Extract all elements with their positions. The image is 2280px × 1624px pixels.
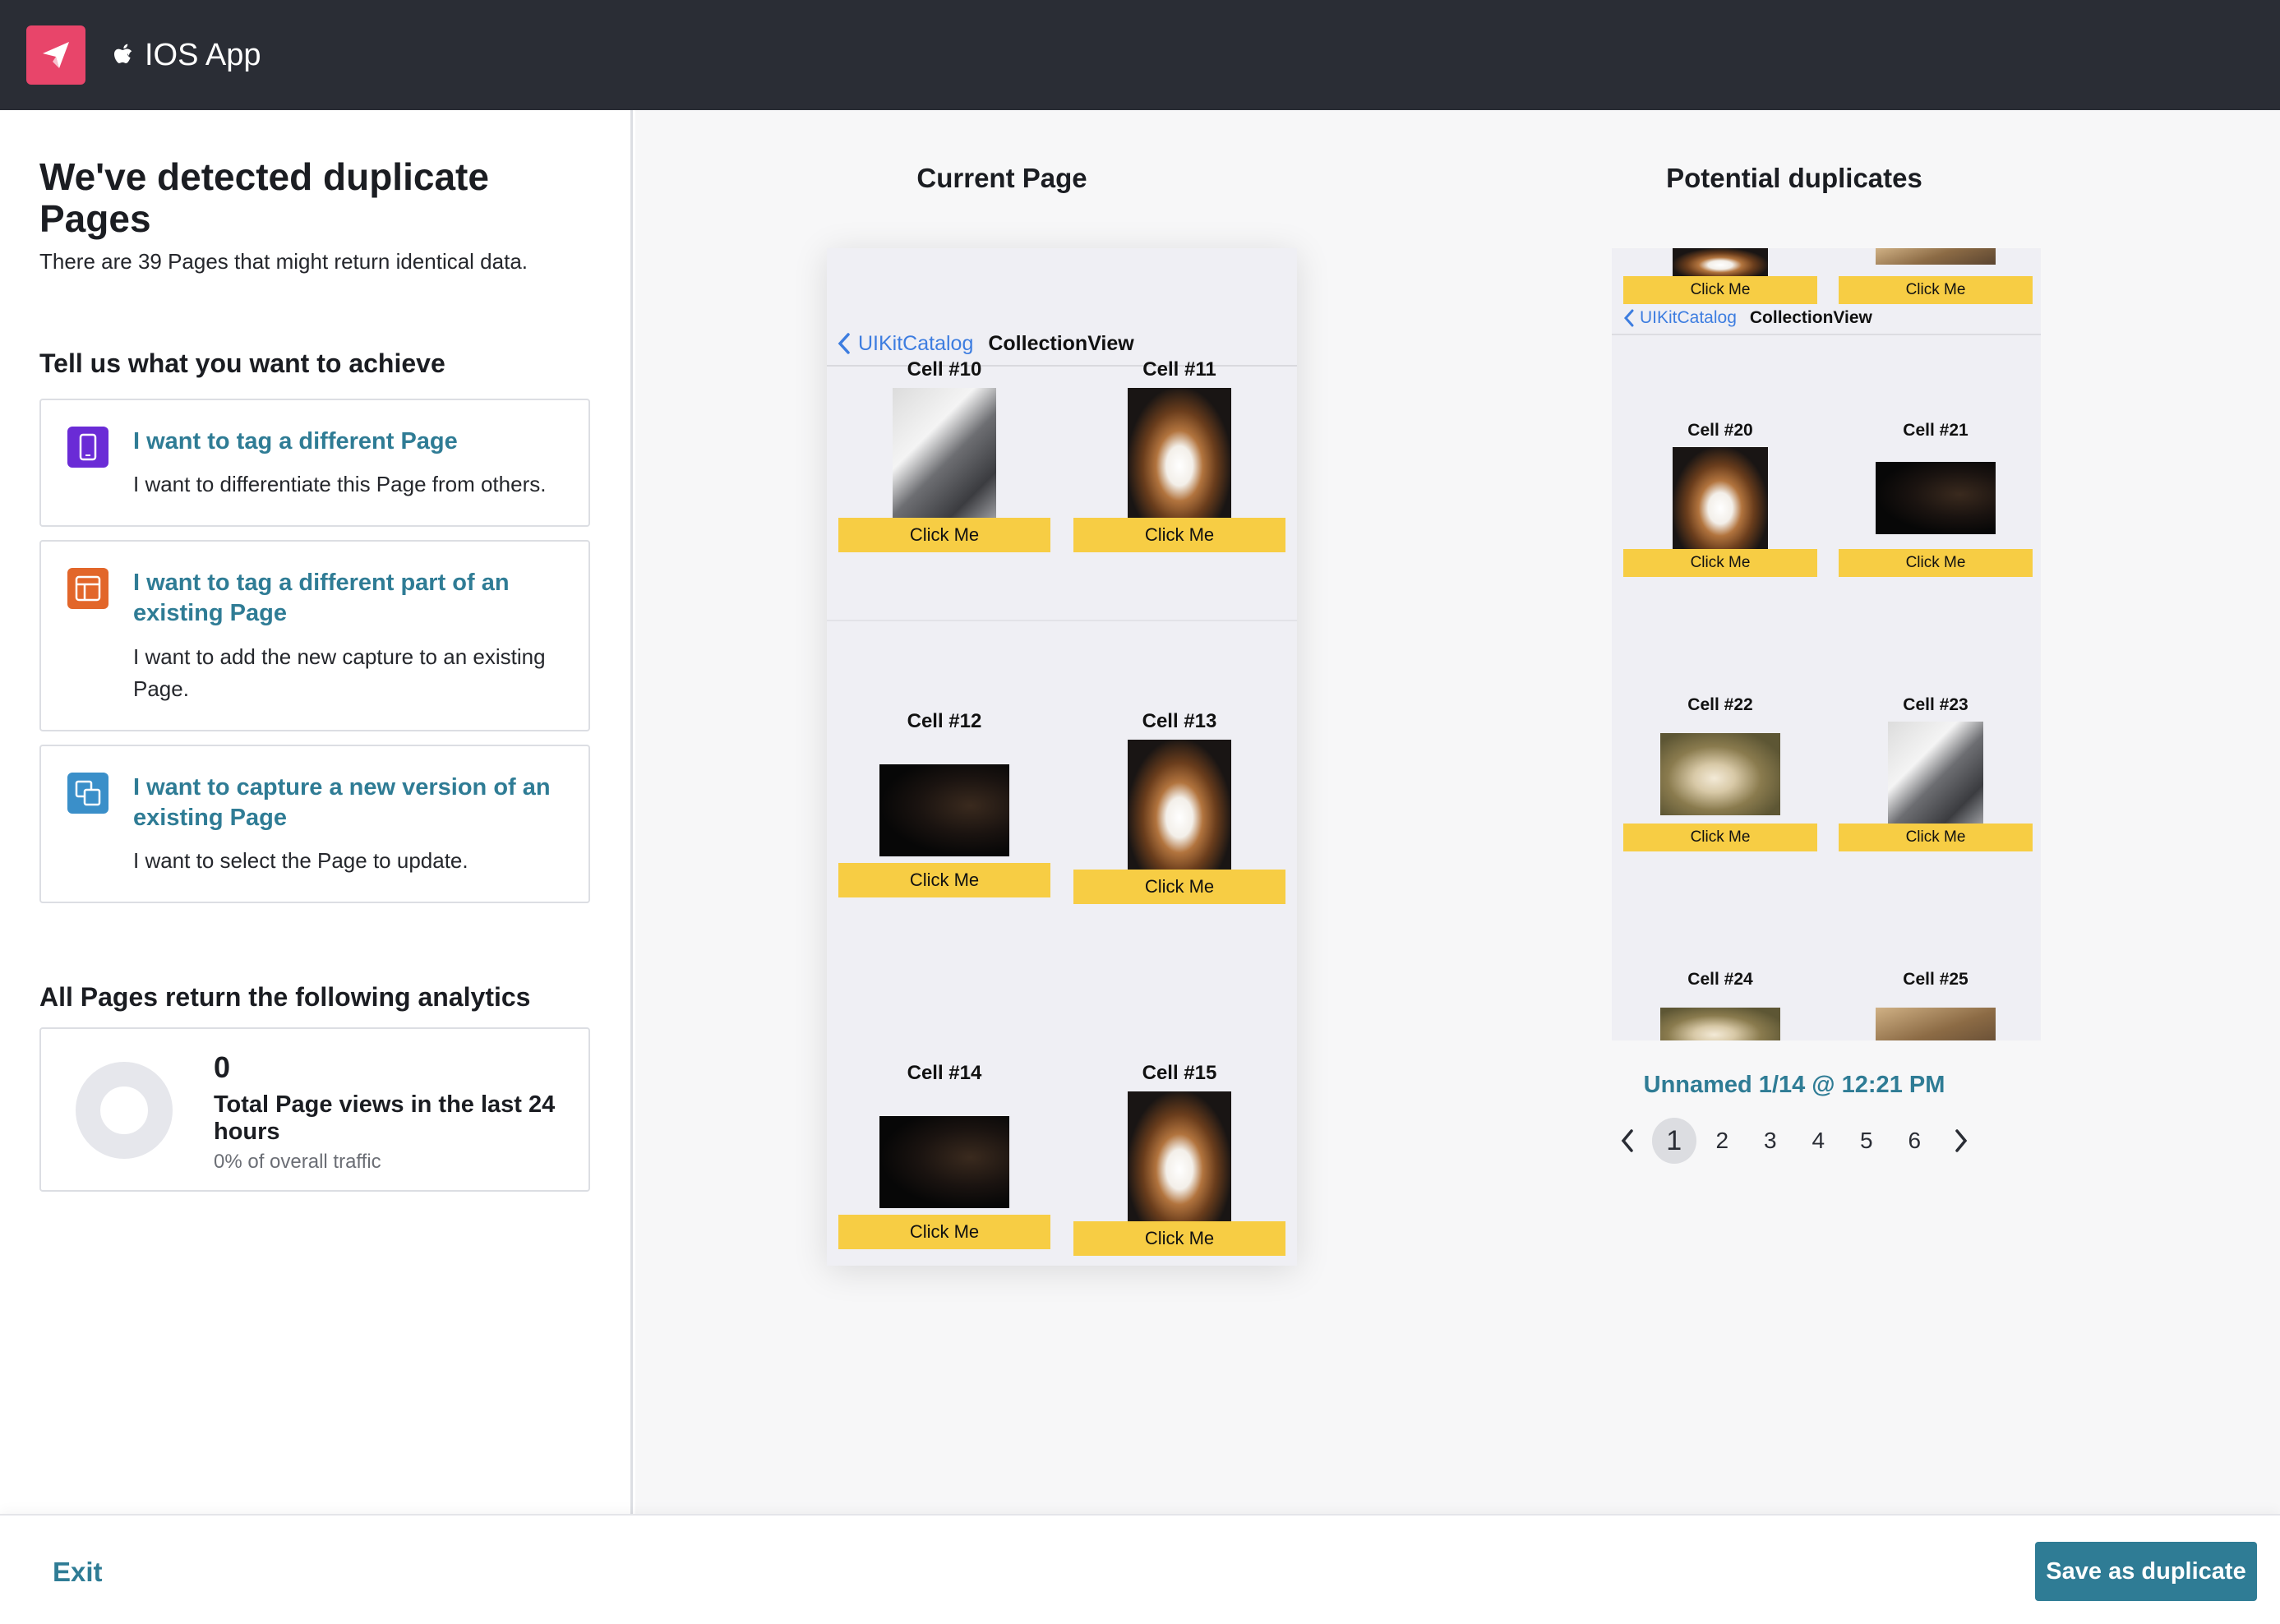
collection-cell: Cell #14 Click Me <box>838 1062 1050 1249</box>
layout-icon <box>67 568 108 610</box>
collection-cell: Cell #13 Click Me <box>1073 710 1285 904</box>
click-me-button: Click Me <box>838 863 1050 897</box>
cat-photo <box>893 388 996 518</box>
pagination: 1 2 3 4 5 6 <box>1605 1118 1983 1164</box>
page-title: We've detected duplicate Pages <box>39 155 489 240</box>
logo-icon <box>43 42 69 68</box>
back-label: UIKitCatalog <box>858 331 974 355</box>
option-title: I want to capture a new version of an ex… <box>133 773 551 831</box>
next-page-button[interactable] <box>1939 1118 1984 1164</box>
option-description: I want to add the new capture to an exis… <box>133 644 546 701</box>
click-me-button: Click Me <box>1073 1221 1285 1256</box>
left-panel: We've detected duplicate Pages There are… <box>0 110 633 1514</box>
option-capture-new-version[interactable]: I want to capture a new version of an ex… <box>39 744 590 903</box>
footer-bar: Exit Save as duplicate <box>0 1514 2280 1624</box>
collection-cell: Cell #15 Click Me <box>1073 1062 1285 1256</box>
analytics-title: All Pages return the following analytics <box>39 981 531 1012</box>
page-6-button[interactable]: 6 <box>1892 1118 1937 1164</box>
corgi-photo <box>1128 740 1231 870</box>
page-3-button[interactable]: 3 <box>1748 1118 1793 1164</box>
traffic-share: 0% of overall traffic <box>214 1150 381 1173</box>
nav-title: CollectionView <box>988 331 1134 355</box>
traffic-donut-chart <box>76 1061 173 1159</box>
corgi-photo <box>1128 1091 1231 1221</box>
chevron-left-icon <box>1621 1129 1633 1152</box>
exit-button[interactable]: Exit <box>53 1557 103 1588</box>
option-description: I want to select the Page to update. <box>133 847 468 873</box>
section-title: Tell us what you want to achieve <box>39 348 445 379</box>
collection-cell: Cell #11 Click Me <box>1073 358 1285 552</box>
chevron-left-icon <box>838 333 850 354</box>
collection-cell: Cell #12 Click Me <box>838 710 1050 897</box>
save-as-duplicate-button[interactable]: Save as duplicate <box>2035 1542 2257 1601</box>
current-page-screenshot[interactable]: UIKitCatalog CollectionView Cell #10 Cli… <box>827 248 1297 1266</box>
cell-label: Cell #15 <box>1142 1062 1217 1084</box>
black-cat-photo <box>879 1116 1009 1208</box>
comparison-area: Current Page UIKitCatalog CollectionView… <box>635 110 2280 1514</box>
page-4-button[interactable]: 4 <box>1796 1118 1841 1164</box>
chevron-right-icon <box>1955 1129 1968 1152</box>
page-1-button[interactable]: 1 <box>1651 1118 1696 1164</box>
black-cat-photo <box>879 764 1009 856</box>
collection-cell: Cell #10 Click Me <box>838 358 1050 552</box>
corgi-photo <box>1128 388 1231 518</box>
option-title: I want to tag a different Page <box>133 428 458 455</box>
analytics-card: 0 Total Page views in the last 24 hours … <box>39 1027 590 1192</box>
top-bar: IOS App <box>0 0 2280 110</box>
cell-label: Cell #10 <box>907 358 982 381</box>
page-views-label: Total Page views in the last 24 hours <box>214 1091 556 1146</box>
cell-label: Cell #12 <box>907 710 982 732</box>
click-me-button: Click Me <box>1073 870 1285 904</box>
page-2-button[interactable]: 2 <box>1700 1118 1745 1164</box>
option-description: I want to differentiate this Page from o… <box>133 472 547 497</box>
app-title[interactable]: IOS App <box>112 38 261 73</box>
cell-label: Cell #11 <box>1142 358 1216 381</box>
option-tag-part-of-page[interactable]: I want to tag a different part of an exi… <box>39 540 590 731</box>
copy-icon <box>67 772 108 814</box>
previous-page-button[interactable] <box>1605 1118 1650 1164</box>
click-me-button: Click Me <box>1073 518 1285 552</box>
click-me-button: Click Me <box>838 1215 1050 1249</box>
page-views-count: 0 <box>214 1050 231 1084</box>
back-button: UIKitCatalog <box>835 331 973 356</box>
app-logo <box>26 25 85 85</box>
cell-label: Cell #14 <box>907 1062 982 1084</box>
option-tag-different-page[interactable]: I want to tag a different Page I want to… <box>39 399 590 528</box>
cell-label: Cell #13 <box>1142 710 1217 732</box>
mobile-device-icon <box>67 427 108 468</box>
row-separator <box>827 620 1297 621</box>
page-subtitle: There are 39 Pages that might return ide… <box>39 249 528 275</box>
duplicate-page-name[interactable]: Unnamed 1/14 @ 12:21 PM <box>1605 1072 1983 1099</box>
page-5-button[interactable]: 5 <box>1844 1118 1890 1164</box>
current-page-title: Current Page <box>916 163 1087 193</box>
option-title: I want to tag a different part of an exi… <box>133 570 510 627</box>
click-me-button: Click Me <box>838 518 1050 552</box>
duplicate-column: Unnamed 1/14 @ 12:21 PM 1 2 3 4 5 6 <box>1605 110 1983 1261</box>
app-name-label: IOS App <box>145 37 261 72</box>
apple-icon <box>114 44 132 63</box>
